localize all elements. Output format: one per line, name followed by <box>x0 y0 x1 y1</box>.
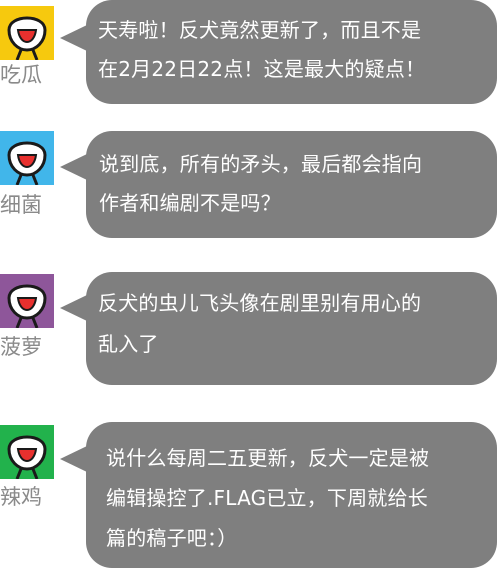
avatar[interactable] <box>0 425 54 479</box>
message-bubble: 说什么每周二五更新，反犬一定是被 编辑操控了.FLAG已立，下周就给长 篇的稿子… <box>86 422 497 568</box>
bubble-tail <box>60 25 87 51</box>
chat-message: 辣鸡 说什么每周二五更新，反犬一定是被 编辑操控了.FLAG已立，下周就给长 篇… <box>0 422 497 569</box>
message-bubble: 天寿啦！反犬竟然更新了，而且不是 在2月22日22点！这是最大的疑点！ <box>86 0 497 104</box>
message-bubble: 反犬的虫儿飞头像在剧里别有用心的 乱入了 <box>86 272 497 385</box>
message-line: 反犬的虫儿飞头像在剧里别有用心的 <box>98 291 422 315</box>
smiley-face-icon <box>0 6 54 60</box>
username: 辣鸡 <box>0 485 42 509</box>
username: 吃瓜 <box>0 63 42 87</box>
smiley-face-icon <box>0 274 54 328</box>
username: 菠萝 <box>0 335 42 359</box>
bubble-tail <box>60 446 87 472</box>
chat-message: 细菌 说到底，所有的矛头，最后都会指向 作者和编剧不是吗？ <box>0 131 497 239</box>
avatar[interactable] <box>0 131 54 185</box>
chat-message: 菠萝 反犬的虫儿飞头像在剧里别有用心的 乱入了 <box>0 272 497 387</box>
message-line: 作者和编剧不是吗？ <box>99 191 281 215</box>
message-bubble: 说到底，所有的矛头，最后都会指向 作者和编剧不是吗？ <box>86 131 497 238</box>
message-line: 说到底，所有的矛头，最后都会指向 <box>99 152 423 176</box>
avatar[interactable] <box>0 274 54 328</box>
message-line: 说什么每周二五更新，反犬一定是被 <box>106 446 430 470</box>
message-line: 在2月22日22点！这是最大的疑点！ <box>98 57 426 81</box>
chat-message: 吃瓜 天寿啦！反犬竟然更新了，而且不是 在2月22日22点！这是最大的疑点！ <box>0 0 497 108</box>
avatar[interactable] <box>0 6 54 60</box>
message-line: 乱入了 <box>98 332 159 356</box>
message-line: 篇的稿子吧：） <box>106 526 238 550</box>
bubble-tail <box>60 295 87 321</box>
message-line: 编辑操控了.FLAG已立，下周就给长 <box>106 486 428 510</box>
smiley-face-icon <box>0 131 54 185</box>
username: 细菌 <box>0 193 42 217</box>
message-line: 天寿啦！反犬竟然更新了，而且不是 <box>98 18 422 42</box>
bubble-tail <box>60 154 87 180</box>
smiley-face-icon <box>0 425 54 479</box>
